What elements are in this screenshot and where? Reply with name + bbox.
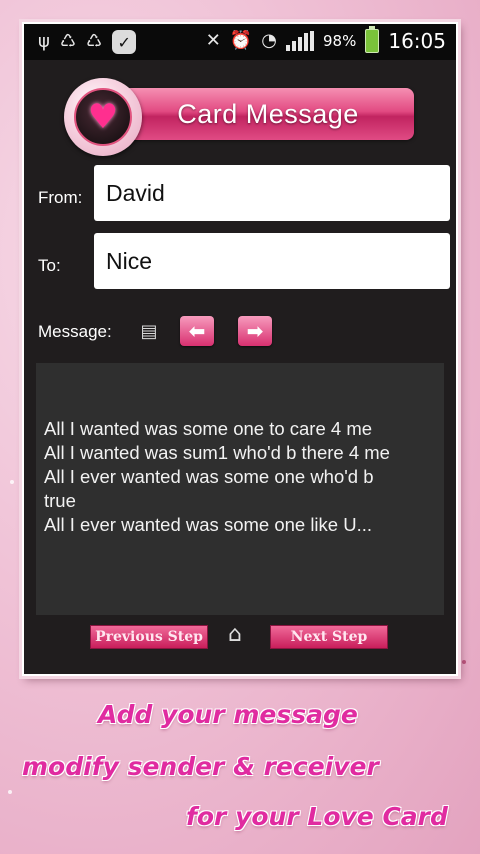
arrow-left-icon: ⬅ — [188, 319, 206, 343]
alarm-icon: ⏰ — [229, 30, 253, 51]
header-badge: ♥ — [64, 78, 142, 156]
message-line: All I wanted was sum1 who'd b there 4 me — [44, 442, 390, 463]
home-icon[interactable]: ⌂ — [228, 622, 242, 647]
status-bar: ψ ♺ ♺ ✓ ✕ ⏰ ◔ 98% 16:05 — [24, 24, 456, 60]
sparkle — [10, 480, 14, 484]
battery-icon — [365, 26, 380, 53]
arrow-right-icon: ➡ — [246, 319, 264, 343]
message-label: Message: — [38, 322, 112, 341]
page-title: Card Message — [177, 99, 359, 129]
card-message-header: Card Message ♥ — [64, 78, 416, 164]
app-window: ψ ♺ ♺ ✓ ✕ ⏰ ◔ 98% 16:05 Card Message ♥ F… — [22, 22, 458, 676]
message-textarea[interactable]: All I wanted was some one to care 4 me A… — [36, 363, 444, 615]
heart-icon: ♥ — [87, 97, 119, 137]
header-bar: Card Message — [122, 88, 414, 140]
from-field[interactable]: David — [94, 165, 450, 221]
check-icon: ✓ — [112, 30, 137, 54]
clock: 16:05 — [388, 29, 446, 53]
sparkle — [8, 790, 12, 794]
next-message-button[interactable]: ➡ — [238, 316, 272, 346]
message-line: All I wanted was some one to care 4 me — [44, 418, 373, 439]
message-line: All I ever wanted was some one like U... — [44, 514, 373, 535]
to-field[interactable]: Nice — [94, 233, 450, 289]
from-label: From: — [38, 188, 83, 207]
caption-line-2: modify sender & receiver — [22, 752, 379, 781]
wifi-icon: ◔ — [261, 30, 278, 51]
recycle-icon: ♺ — [86, 31, 103, 52]
previous-message-button[interactable]: ⬅ — [180, 316, 214, 346]
caption-line-3: for your Love Card — [186, 802, 448, 831]
next-step-button[interactable]: Next Step — [270, 625, 388, 649]
battery-percent: 98% — [323, 32, 357, 50]
mute-icon: ✕ — [205, 30, 221, 51]
message-line: true — [44, 490, 76, 511]
previous-step-button[interactable]: Previous Step — [90, 625, 208, 649]
to-label: To: — [38, 256, 61, 275]
sparkle — [462, 660, 466, 664]
caption-line-1: Add your message — [98, 700, 358, 729]
document-icon[interactable]: ▤ — [136, 318, 162, 344]
usb-icon: ψ — [38, 31, 50, 52]
recycle-icon: ♺ — [59, 31, 77, 52]
signal-icon — [286, 31, 315, 51]
message-line: All I ever wanted was some one who'd b — [44, 466, 374, 487]
